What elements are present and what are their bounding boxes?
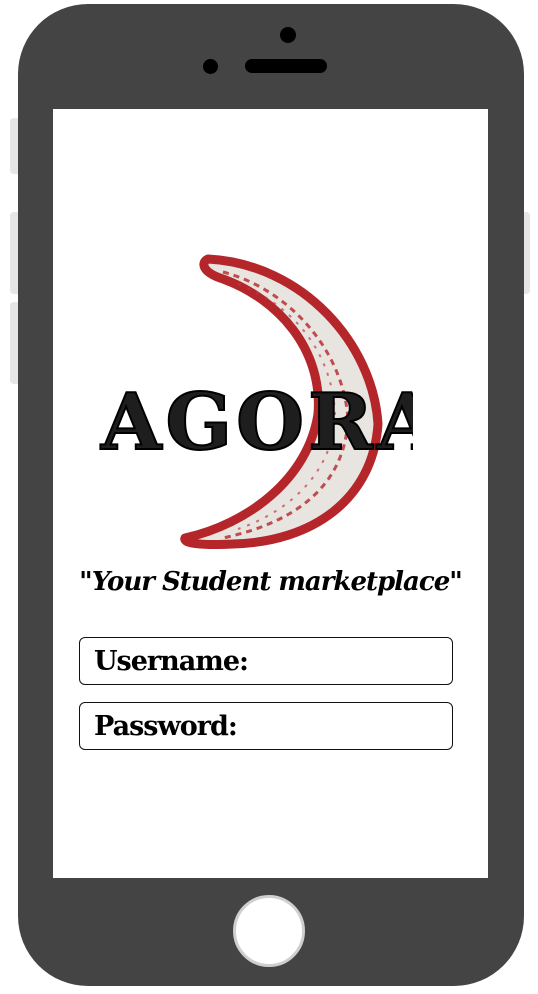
earpiece-speaker-icon [245,59,327,73]
tagline: "Your Student marketplace" [79,567,463,597]
front-camera-icon [280,27,296,43]
proximity-sensor-icon [203,59,218,74]
password-field[interactable]: Password: [79,702,453,750]
username-field[interactable]: Username: [79,637,453,685]
agora-logo: AGORA [99,254,413,549]
password-label: Password: [94,710,238,742]
home-button[interactable] [233,895,305,967]
app-screen: AGORA "Your Student marketplace" Usernam… [53,109,488,878]
username-label: Username: [94,645,249,677]
logo-wordmark: AGORA [100,377,413,468]
